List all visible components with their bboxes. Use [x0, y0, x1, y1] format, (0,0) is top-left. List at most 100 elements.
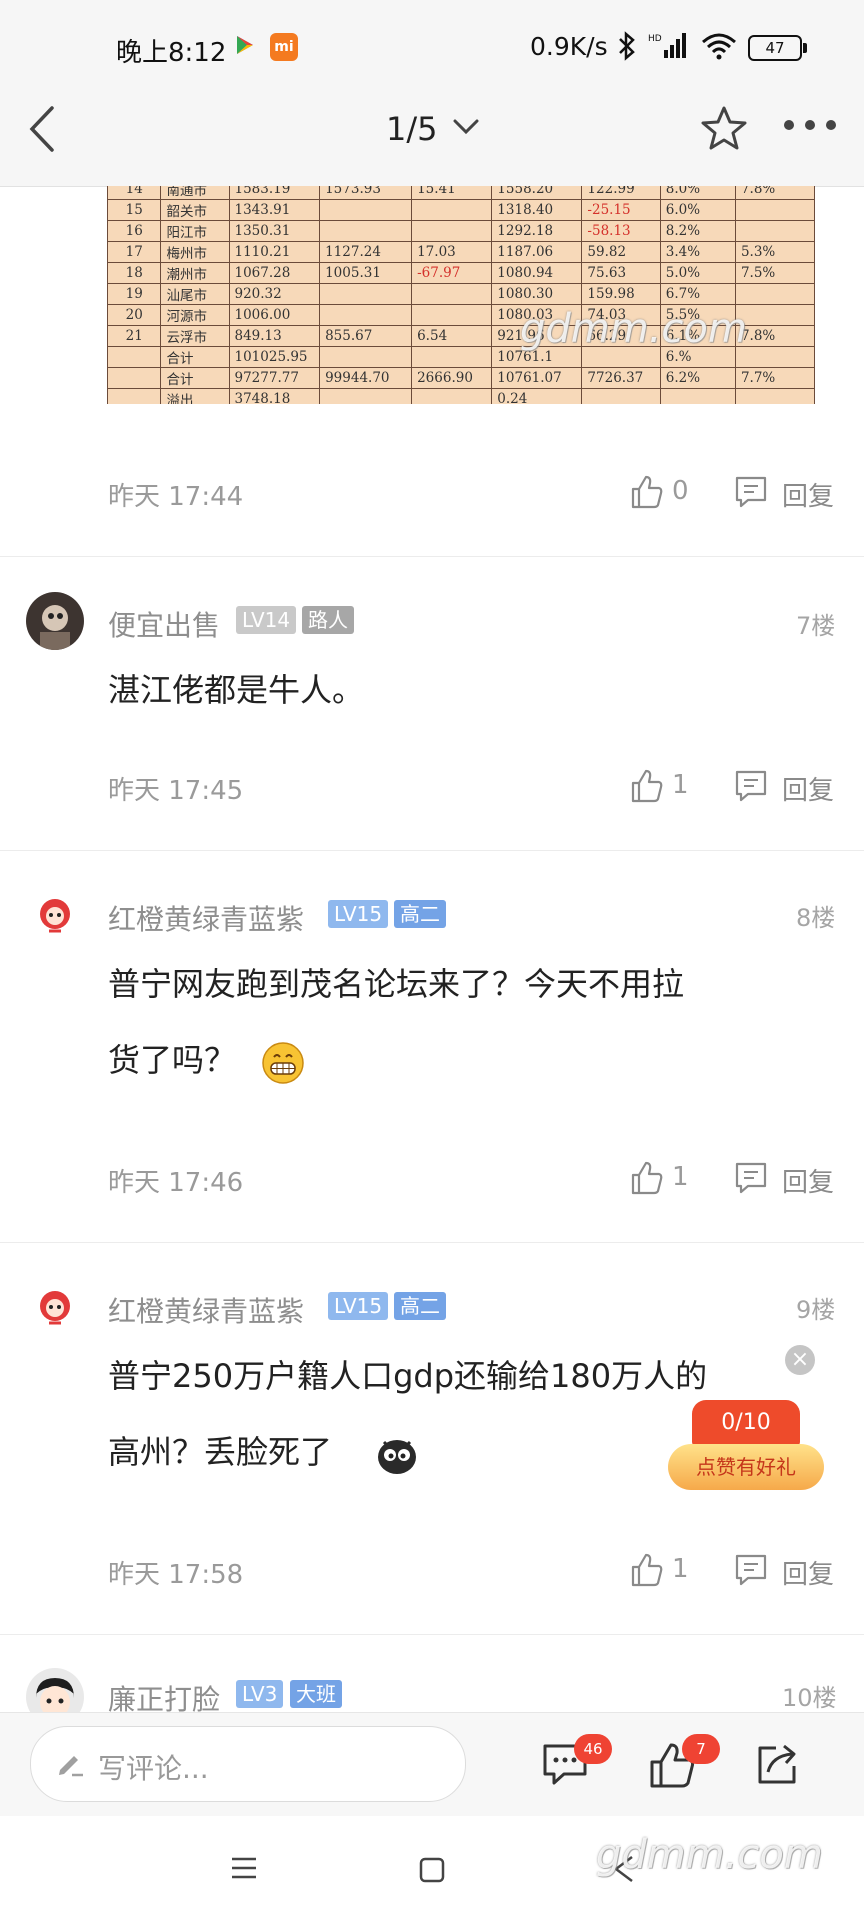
play-store-icon: [237, 36, 253, 54]
reply-button[interactable]: 回复: [782, 1162, 834, 1199]
table-cell: 1343.91: [228, 199, 321, 221]
table-cell: 1067.28: [228, 262, 321, 284]
wifi-icon: [702, 33, 736, 60]
floor-number: 9楼: [796, 1296, 836, 1324]
comment-time: 昨天 17:46: [108, 1168, 244, 1198]
reply-icon[interactable]: [734, 1552, 768, 1588]
menu-icon[interactable]: [230, 1856, 258, 1880]
username[interactable]: 便宜出售: [108, 604, 220, 644]
avatar[interactable]: [26, 592, 84, 650]
promo-like-gift-button[interactable]: 点赞有好礼: [668, 1444, 824, 1490]
thumbs-up-icon[interactable]: [630, 1552, 664, 1588]
comment-divider: [0, 1634, 864, 1635]
table-cell: [411, 283, 493, 305]
table-cell: 1318.40: [491, 199, 583, 221]
table-cell: [411, 220, 493, 242]
like-count[interactable]: 0: [672, 476, 689, 506]
comment-divider: [0, 850, 864, 851]
table-cell: 河源市: [160, 304, 230, 326]
home-icon[interactable]: [418, 1856, 446, 1884]
table-cell: 10761.07: [491, 367, 583, 389]
table-cell: 1005.31: [319, 262, 413, 284]
table-row: 18 潮州市 1067.28 1005.31 -67.97 1080.94 75.63 5.0…: [107, 262, 815, 284]
table-cell: 1110.21: [228, 241, 321, 263]
like-count[interactable]: 1: [672, 770, 689, 800]
comment-content-line: 高州？丢脸死了: [108, 1433, 333, 1471]
reply-button[interactable]: 回复: [782, 1554, 834, 1591]
reply-icon[interactable]: [734, 474, 768, 510]
table-row: 合计 97277.77 99944.70 2666.90 10761.07 7726.37…: [107, 367, 815, 389]
like-count[interactable]: 1: [672, 1554, 689, 1584]
gdp-table: 14 南通市 1583.19 1573.93 15.41 1558.20 122.99 8.0…: [107, 186, 815, 404]
pencil-icon: [59, 1756, 83, 1777]
level-badge: LV15: [328, 900, 389, 928]
promo-close-button[interactable]: ×: [785, 1345, 815, 1375]
comment-input[interactable]: [30, 1726, 466, 1802]
page-indicator[interactable]: 1/5: [386, 110, 438, 148]
post-image-table[interactable]: 14 南通市 1583.19 1573.93 15.41 1558.20 122.99 8.0…: [107, 186, 815, 404]
table-row: 16 阳江市 1350.31 1292.18 -58.13 8.2%: [107, 220, 815, 242]
title-badge: 路人: [302, 606, 354, 634]
thumbs-up-icon[interactable]: [630, 1160, 664, 1196]
reply-icon[interactable]: [734, 1160, 768, 1196]
thumbs-up-icon[interactable]: [630, 768, 664, 804]
reply-icon[interactable]: [734, 768, 768, 804]
table-row: 19 汕尾市 920.32 1080.30 159.98 6.7%: [107, 283, 815, 305]
table-cell: 1187.06: [491, 241, 583, 263]
table-cell: 122.99: [581, 186, 661, 200]
chevron-down-icon[interactable]: [452, 118, 480, 136]
share-icon[interactable]: [754, 1742, 800, 1788]
avatar[interactable]: [30, 1282, 80, 1332]
promo-progress[interactable]: 0/10: [692, 1400, 800, 1446]
table-cell: 5.3%: [734, 241, 815, 263]
favorite-star-icon[interactable]: [700, 104, 748, 152]
table-cell: [734, 283, 815, 305]
table-cell: 17.03: [411, 241, 493, 263]
table-cell: 8.2%: [659, 220, 736, 242]
table-cell: [319, 388, 413, 404]
table-cell: 1350.31: [228, 220, 321, 242]
username[interactable]: 红橙黄绿青蓝紫: [108, 1290, 304, 1330]
table-cell: 8.0%: [659, 186, 736, 200]
network-speed: 0.9K/s: [530, 32, 608, 61]
table-cell: 7.5%: [734, 262, 815, 284]
table-cell: 云浮市: [160, 325, 230, 347]
avatar[interactable]: [30, 890, 80, 940]
comment-content: 湛江佬都是牛人。: [108, 671, 365, 709]
table-cell: [734, 199, 815, 221]
table-cell: 1558.20: [491, 186, 583, 200]
table-cell: 潮州市: [160, 262, 230, 284]
table-cell: 1127.24: [319, 241, 413, 263]
title-badge: 高二: [394, 900, 446, 928]
battery-indicator: 47: [748, 35, 807, 61]
table-cell: [734, 346, 815, 368]
more-options-icon[interactable]: [782, 118, 838, 132]
table-cell: [734, 220, 815, 242]
reply-button[interactable]: 回复: [782, 770, 834, 807]
bluetooth-icon: [619, 31, 635, 61]
table-cell: 920.32: [228, 283, 321, 305]
table-cell: 6.7%: [659, 283, 736, 305]
comment-input-placeholder[interactable]: 写评论...: [98, 1747, 209, 1787]
table-cell: 3.4%: [659, 241, 736, 263]
table-cell: 15: [107, 199, 162, 221]
table-cell: 97277.77: [228, 367, 321, 389]
table-cell: 1292.18: [491, 220, 583, 242]
table-cell: 0.24: [491, 388, 583, 404]
reply-button[interactable]: 回复: [782, 476, 834, 513]
comment-divider: [0, 556, 864, 557]
username[interactable]: 红橙黄绿青蓝紫: [108, 898, 304, 938]
back-arrow-icon[interactable]: [26, 104, 60, 154]
table-cell: 18: [107, 262, 162, 284]
thumbs-up-icon[interactable]: [630, 474, 664, 510]
comment-content-line: 普宁网友跑到茂名论坛来了？今天不用拉: [108, 965, 685, 1003]
level-badge: LV15: [328, 1292, 389, 1320]
table-cell: [319, 220, 413, 242]
table-cell: 3748.18: [228, 388, 321, 404]
table-cell: [581, 388, 661, 404]
table-cell: 849.13: [228, 325, 321, 347]
table-cell: [659, 388, 736, 404]
table-row: 17 梅州市 1110.21 1127.24 17.03 1187.06 59.82 3.4%…: [107, 241, 815, 263]
like-count[interactable]: 1: [672, 1162, 689, 1192]
table-cell: 855.67: [319, 325, 413, 347]
